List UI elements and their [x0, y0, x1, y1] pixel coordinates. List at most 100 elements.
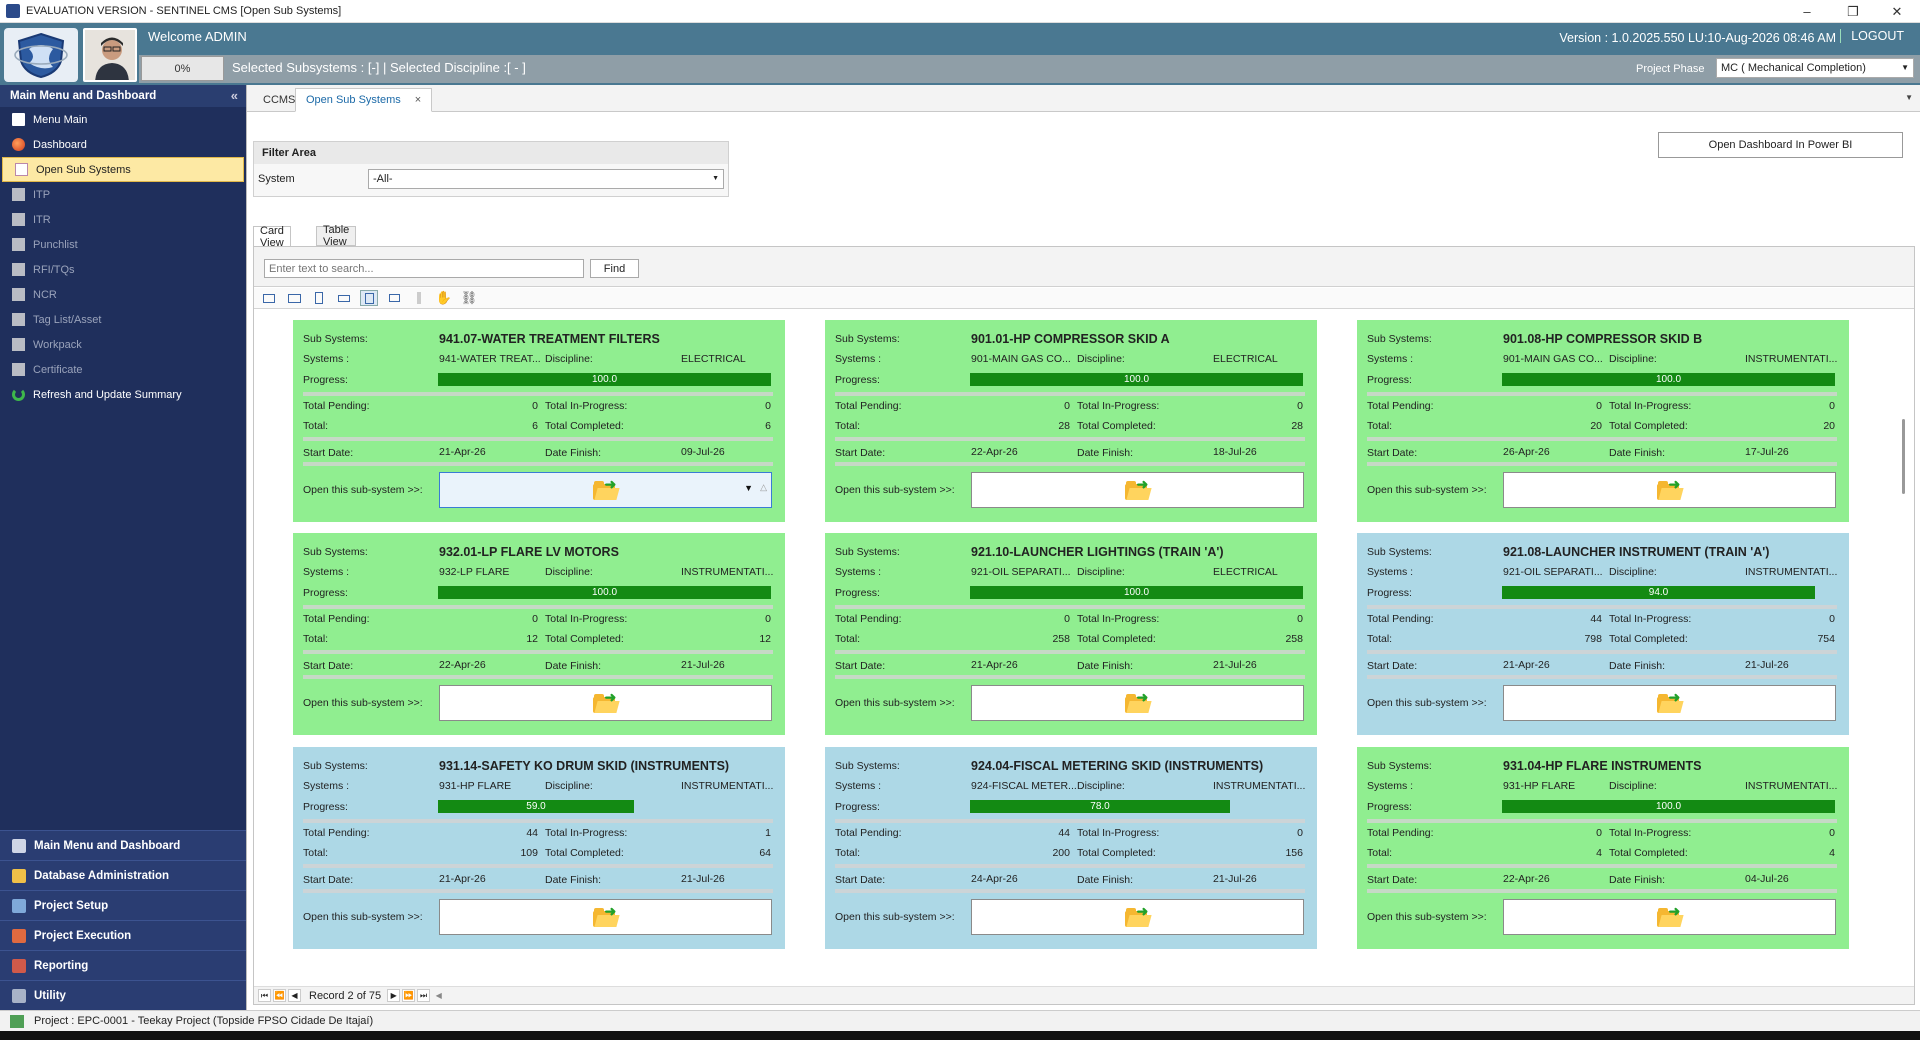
group-main-menu[interactable]: Main Menu and Dashboard [0, 830, 246, 860]
total-in-progress-value: 0 [1297, 613, 1303, 625]
open-powerbi-button[interactable]: Open Dashboard In Power BI [1658, 132, 1903, 158]
find-button[interactable]: Find [590, 259, 639, 278]
next-record-icon[interactable]: ▶ [387, 989, 401, 1002]
open-subsystem-button[interactable]: ➜ [1503, 685, 1836, 721]
start-date-label: Start Date: [303, 874, 354, 886]
group-reporting[interactable]: Reporting [0, 950, 246, 980]
progress-label: Progress: [1367, 587, 1412, 599]
total-completed-label: Total Completed: [1609, 420, 1688, 432]
group-project-execution[interactable]: Project Execution [0, 920, 246, 950]
subsystem-card[interactable]: Sub Systems: 901.01-HP COMPRESSOR SKID A S… [825, 320, 1317, 522]
record-counter: Record 2 of 75 [309, 989, 382, 1002]
restore-button[interactable]: ❐ [1830, 0, 1876, 23]
prev-page-icon[interactable]: ⏪ [273, 989, 286, 1002]
sidebar: Main Menu and Dashboard « Menu Main Dash… [0, 85, 246, 1010]
sidebar-item-open-sub-systems[interactable]: Open Sub Systems [2, 157, 244, 182]
subsystem-card[interactable]: Sub Systems: 931.04-HP FLARE INSTRUMENTS S… [1357, 747, 1849, 949]
version-text: Version : 1.0.2025.550 LU:10-Aug-2026 08… [1559, 31, 1836, 45]
open-subsystem-button[interactable]: ➜ [439, 685, 772, 721]
total-completed-label: Total Completed: [545, 847, 624, 859]
subsystem-card[interactable]: Sub Systems: 941.07-WATER TREATMENT FILTE… [293, 320, 785, 522]
vertical-scrollbar[interactable] [1898, 309, 1910, 969]
divider [835, 462, 1305, 466]
project-phase-select[interactable]: MC ( Mechanical Completion) ▼ [1716, 58, 1914, 78]
link-icon[interactable]: ⛓ [460, 290, 478, 306]
single-card-icon[interactable] [260, 290, 278, 306]
subsystem-card[interactable]: Sub Systems: 931.14-SAFETY KO DRUM SKID (… [293, 747, 785, 949]
close-window-button[interactable]: ✕ [1874, 0, 1920, 23]
progress-label: Progress: [835, 801, 880, 813]
subsystem-card[interactable]: Sub Systems: 921.10-LAUNCHER LIGHTINGS (T… [825, 533, 1317, 735]
open-subsystem-button[interactable]: ➜ [971, 472, 1304, 508]
sidebar-item-rfi[interactable]: RFI/TQs [0, 257, 246, 282]
project-icon [10, 1014, 24, 1028]
next-page-icon[interactable]: ⏩ [402, 989, 416, 1002]
sidebar-item-ncr[interactable]: NCR [0, 282, 246, 307]
subsystem-card[interactable]: Sub Systems: 921.08-LAUNCHER INSTRUMENT (… [1357, 533, 1849, 735]
logout-link[interactable]: LOGOUT [1840, 29, 1904, 43]
sidebar-item-tag-list[interactable]: Tag List/Asset [0, 307, 246, 332]
two-columns-icon[interactable] [285, 290, 303, 306]
open-subsystem-button[interactable]: ➜ ▼ △ [439, 472, 772, 508]
subsystem-card[interactable]: Sub Systems: 924.04-FISCAL METERING SKID … [825, 747, 1317, 949]
box-icon [12, 263, 25, 276]
divider [1367, 392, 1837, 396]
group-utility[interactable]: Utility [0, 980, 246, 1010]
sidebar-item-menu-main[interactable]: Menu Main [0, 107, 246, 132]
open-subsystem-button[interactable]: ➜ [1503, 899, 1836, 935]
close-tab-icon[interactable]: × [415, 94, 421, 106]
sidebar-item-punchlist[interactable]: Punchlist [0, 232, 246, 257]
filter-pin-icon[interactable]: ▼ [744, 483, 753, 493]
date-finish-label: Date Finish: [545, 660, 602, 672]
row-layout-icon[interactable] [310, 290, 328, 306]
first-record-icon[interactable]: ⏮ [258, 989, 271, 1002]
sidebar-item-itp[interactable]: ITP [0, 182, 246, 207]
total-completed-value: 20 [1823, 420, 1835, 432]
sidebar-item-workpack[interactable]: Workpack [0, 332, 246, 357]
sidebar-item-certificate[interactable]: Certificate [0, 357, 246, 382]
multi-row-icon[interactable] [360, 290, 378, 306]
subsystem-card[interactable]: Sub Systems: 901.08-HP COMPRESSOR SKID B S… [1357, 320, 1849, 522]
scroll-left-icon[interactable]: ◀ [432, 989, 445, 1002]
sidebar-item-label: Dashboard [33, 138, 87, 151]
sidebar-item-label: RFI/TQs [33, 263, 75, 276]
total-pending-label: Total Pending: [835, 827, 902, 839]
group-database-admin[interactable]: Database Administration [0, 860, 246, 890]
sidebar-item-dashboard[interactable]: Dashboard [0, 132, 246, 157]
sidebar-item-itr[interactable]: ITR [0, 207, 246, 232]
divider [835, 650, 1305, 654]
total-completed-label: Total Completed: [545, 420, 624, 432]
collapse-icon[interactable]: « [231, 88, 238, 103]
minimize-button[interactable]: – [1784, 0, 1830, 23]
sidebar-item-refresh[interactable]: Refresh and Update Summary [0, 382, 246, 407]
open-subsystem-button[interactable]: ➜ [971, 685, 1304, 721]
carousel-icon[interactable] [385, 290, 403, 306]
tab-card-view[interactable]: Card View [253, 225, 291, 249]
open-subsystem-button[interactable]: ➜ [439, 899, 772, 935]
multi-column-icon[interactable] [335, 290, 353, 306]
date-finish-label: Date Finish: [1077, 447, 1134, 459]
date-finish-label: Date Finish: [1609, 874, 1666, 886]
total-completed-label: Total Completed: [1077, 847, 1156, 859]
open-subsystem-button[interactable]: ➜ [1503, 472, 1836, 508]
system-select[interactable]: -All- ▼ [368, 169, 724, 189]
prev-record-icon[interactable]: ◀ [288, 989, 301, 1002]
progress-value: 94.0 [1648, 587, 1669, 598]
start-date-value: 22-Apr-26 [971, 446, 1018, 458]
tab-menu-icon[interactable]: ▼ [1905, 93, 1913, 102]
total-in-progress-label: Total In-Progress: [1609, 827, 1692, 839]
subsystem-card[interactable]: Sub Systems: 932.01-LP FLARE LV MOTORS Sys… [293, 533, 785, 735]
open-subsystem-button[interactable]: ➜ [971, 899, 1304, 935]
total-pending-value: 0 [1064, 613, 1070, 625]
start-date-label: Start Date: [1367, 660, 1418, 672]
tab-table-view[interactable]: Table View [316, 224, 357, 248]
tab-open-sub-systems[interactable]: Open Sub Systems × [295, 88, 433, 112]
group-project-setup[interactable]: Project Setup [0, 890, 246, 920]
sidebar-item-label: Menu Main [33, 113, 88, 126]
last-record-icon[interactable]: ⏭ [417, 989, 431, 1002]
avatar[interactable] [83, 28, 137, 82]
search-input[interactable] [264, 259, 584, 278]
pan-hand-icon[interactable]: ✋ [435, 290, 453, 306]
total-in-progress-value: 0 [1297, 827, 1303, 839]
start-date-value: 21-Apr-26 [439, 873, 486, 885]
